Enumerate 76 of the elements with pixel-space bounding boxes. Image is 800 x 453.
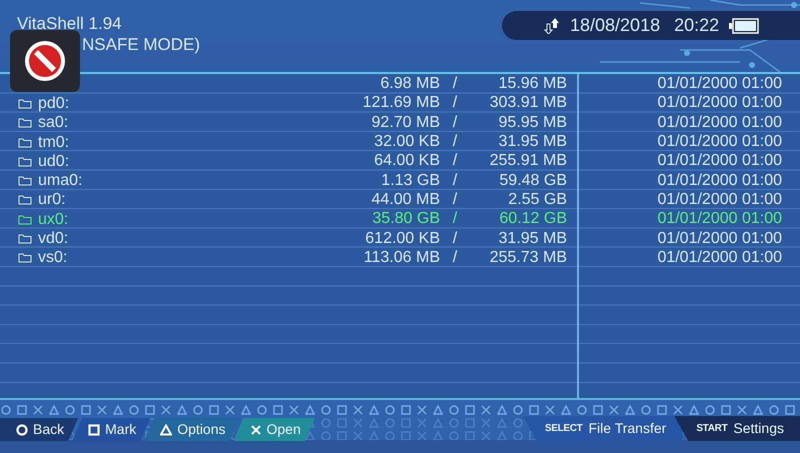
modified-date: 01/01/2000 01:00 [656,151,782,170]
used-size: 1.13 GB [380,170,440,190]
folder-icon [18,98,32,109]
size-separator: / [452,170,458,190]
total-size: 303.91 MB [488,93,567,112]
total-size: 255.73 MB [488,248,567,267]
used-size: 35.80 GB [371,209,440,228]
key-label: SELECT [544,422,582,436]
size-separator: / [452,74,458,94]
folder-icon [18,136,32,148]
size-separator: / [452,190,458,209]
total-size: 59.48 GB [498,170,567,190]
modified-date: 01/01/2000 01:00 [656,74,782,94]
used-size: 113.06 MB [362,248,440,267]
prohibited-icon [24,40,66,82]
file-name[interactable]: ud0: [38,152,70,171]
total-size: 95.95 MB [498,112,567,132]
battery-icon [729,18,760,34]
size-separator: / [452,248,458,267]
file-name[interactable]: ur0: [38,190,66,210]
size-separator: / [452,228,458,248]
footer-button[interactable]: Back [0,418,78,441]
modified-date: 01/01/2000 01:00 [656,248,782,267]
size-separator: / [452,209,458,228]
square-icon [88,424,100,436]
key-label: START [696,422,728,436]
folder-icon [18,117,32,128]
modified-date: 01/01/2000 01:00 [656,93,782,112]
size-separator: / [452,93,458,112]
date-text: 18/08/2018 [570,14,660,37]
folder-icon [18,194,32,206]
time-text: 20:22 [674,14,720,37]
folder-icon [18,175,32,186]
size-separator: / [452,112,458,132]
modified-date: 01/01/2000 01:00 [656,170,782,190]
transfer-icon [544,18,560,34]
file-name[interactable]: sa0: [38,113,68,132]
used-size: 6.98 MB [379,74,440,94]
folder-icon [18,252,32,264]
cross-icon [250,424,262,436]
used-size: 32.00 KB [373,132,440,152]
file-name[interactable]: uma0: [38,171,82,190]
footer-button[interactable]: SELECT File Transfer [522,416,682,441]
modified-date: 01/01/2000 01:00 [656,112,782,132]
app-title: VitaShell 1.94 [17,14,122,34]
total-size: 255.91 MB [488,151,567,170]
total-size: 15.96 MB [498,74,567,94]
folder-icon [18,156,32,167]
used-size: 64.00 KB [373,151,440,170]
mode-label: NSAFE MODE) [82,35,200,55]
size-separator: / [452,132,458,152]
file-name[interactable]: tm0: [38,132,70,152]
file-name[interactable]: ux0: [38,210,68,229]
used-size: 121.69 MB [362,93,440,112]
footer-button[interactable]: Open [234,418,315,441]
triangle-icon [160,424,172,436]
modified-date: 01/01/2000 01:00 [656,228,782,248]
total-size: 60.12 GB [498,209,567,228]
modified-date: 01/01/2000 01:00 [656,132,782,152]
used-size: 44.00 MB [370,190,440,209]
modified-date: 01/01/2000 01:00 [656,190,782,209]
circle-icon [16,424,28,436]
folder-icon [18,214,32,225]
total-size: 31.95 MB [498,228,567,248]
modified-date: 01/01/2000 01:00 [656,209,782,228]
used-size: 92.70 MB [370,112,440,132]
file-name[interactable]: vs0: [38,248,68,268]
footer-button[interactable]: START Settings [674,416,800,441]
used-size: 612.00 KB [364,228,440,248]
footer-button[interactable]: Options [144,418,240,441]
size-separator: / [452,151,458,170]
file-name[interactable]: pd0: [38,94,70,113]
total-size: 31.95 MB [498,132,567,152]
file-name[interactable]: vd0: [38,229,68,248]
total-size: 2.55 GB [507,190,567,209]
folder-icon [18,233,32,244]
